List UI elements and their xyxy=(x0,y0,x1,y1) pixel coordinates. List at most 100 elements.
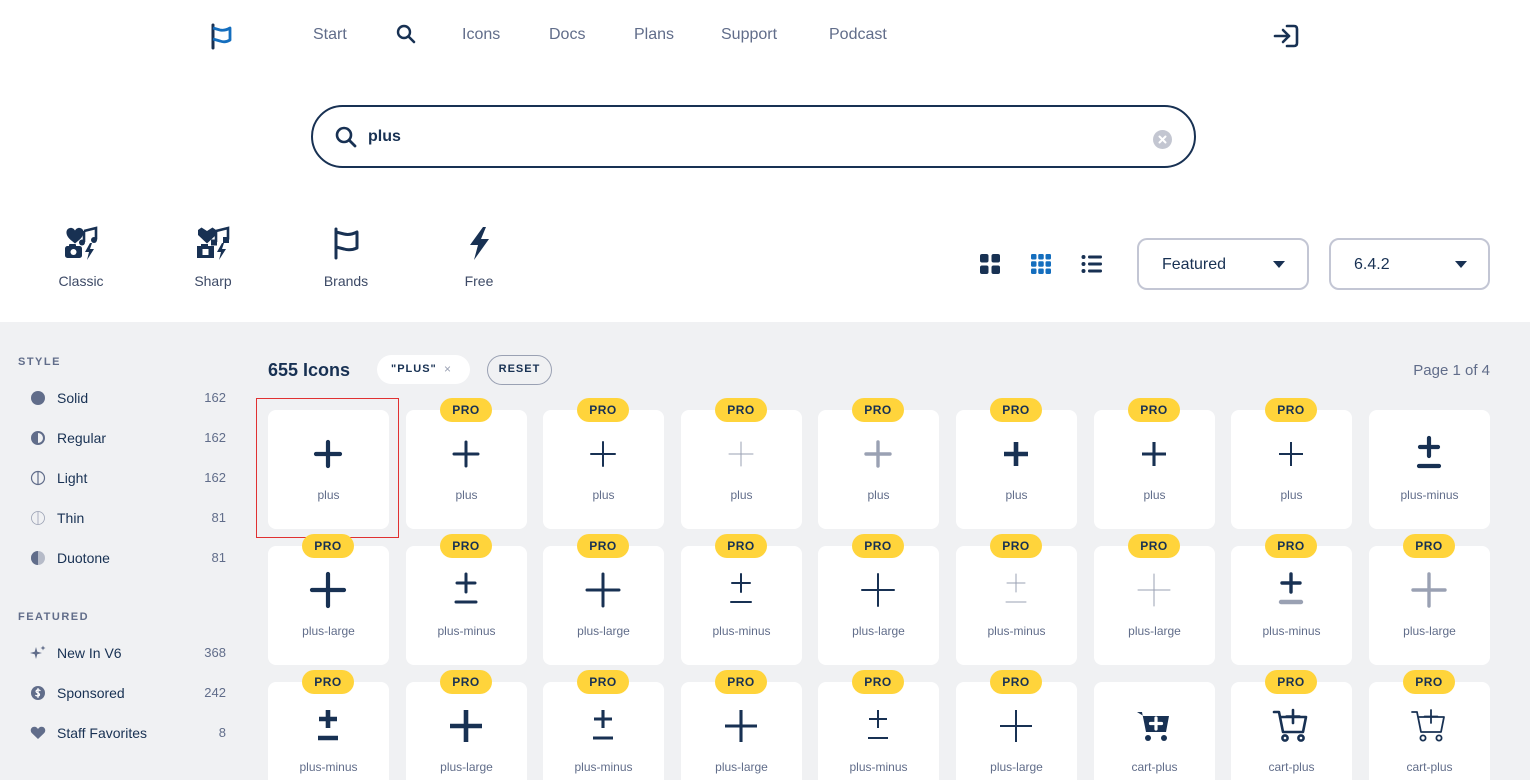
pro-badge: PRO xyxy=(990,670,1042,694)
reset-button[interactable]: RESET xyxy=(487,355,552,385)
plus-icon xyxy=(1004,442,1028,466)
search-input[interactable] xyxy=(368,121,1128,153)
icon-card-plus-minus[interactable]: PRO plus-minus xyxy=(543,670,664,780)
icon-name: cart-plus xyxy=(1268,760,1315,774)
icon-card-plus[interactable]: PRO plus xyxy=(818,398,939,529)
close-icon[interactable]: × xyxy=(444,362,451,376)
icon-name: plus-minus xyxy=(574,760,633,774)
plus-icon xyxy=(452,440,480,468)
plus-large-icon xyxy=(1411,572,1447,608)
pro-badge: PRO xyxy=(302,670,354,694)
nav-support[interactable]: Support xyxy=(721,26,777,44)
icon-card-plus-minus[interactable]: PRO plus-minus xyxy=(268,670,389,780)
search-icon[interactable] xyxy=(396,24,416,44)
sort-dropdown[interactable]: Featured xyxy=(1137,238,1309,290)
icon-name: plus-minus xyxy=(1400,488,1459,502)
bolt-icon xyxy=(470,227,489,260)
icon-card-plus-minus[interactable]: PRO plus-minus xyxy=(406,534,527,665)
family-classic[interactable]: Classic xyxy=(36,225,126,301)
family-sharp[interactable]: Sharp xyxy=(168,225,258,301)
plus-large-icon xyxy=(725,710,757,742)
icon-card-plus-minus[interactable]: PRO plus-minus xyxy=(681,534,802,665)
icon-card-plus[interactable]: PRO plus xyxy=(1231,398,1352,529)
icon-card-plus-large[interactable]: PRO plus-large xyxy=(268,534,389,665)
icon-card-plus[interactable]: PRO plus xyxy=(543,398,664,529)
pro-badge: PRO xyxy=(852,534,904,558)
plus-large-icon xyxy=(450,710,482,742)
icon-card-plus-minus[interactable]: PRO plus-minus xyxy=(1231,534,1352,665)
icon-name: plus xyxy=(1143,488,1166,502)
pro-badge: PRO xyxy=(715,670,767,694)
style-filter-duotone[interactable]: Duotone 81 xyxy=(30,547,226,569)
nav-podcast[interactable]: Podcast xyxy=(829,26,887,44)
family-free[interactable]: Free xyxy=(434,225,524,301)
icon-card-plus[interactable]: PRO plus xyxy=(406,398,527,529)
featured-sponsored[interactable]: Sponsored 242 xyxy=(30,682,226,704)
featured-count: 368 xyxy=(204,645,226,660)
plus-icon xyxy=(1142,442,1166,466)
style-filter-regular[interactable]: Regular 162 xyxy=(30,427,226,449)
icon-card-plus-large[interactable]: PRO plus-large xyxy=(956,670,1077,780)
icon-card-plus[interactable]: PRO plus xyxy=(956,398,1077,529)
pro-badge: PRO xyxy=(852,670,904,694)
featured-staff-favorites[interactable]: Staff Favorites 8 xyxy=(30,722,226,744)
nav-docs[interactable]: Docs xyxy=(549,26,585,44)
sparkles-icon xyxy=(30,645,46,659)
style-count: 81 xyxy=(211,550,226,565)
small-grid-icon[interactable] xyxy=(1029,252,1053,276)
icon-card-cart-plus[interactable]: cart-plus xyxy=(1094,682,1215,780)
icon-name: plus-minus xyxy=(1262,624,1321,638)
nav-icons[interactable]: Icons xyxy=(462,26,500,44)
icon-card-plus-minus[interactable]: PRO plus-minus xyxy=(956,534,1077,665)
plus-icon xyxy=(1279,442,1303,466)
top-navigation: Start Icons Docs Plans Support Podcast xyxy=(0,0,1530,72)
icon-card-plus-minus[interactable]: PRO plus-minus xyxy=(818,670,939,780)
style-heading: STYLE xyxy=(18,356,61,368)
icon-card-plus[interactable]: plus xyxy=(256,398,399,538)
icon-card-plus-minus[interactable]: plus-minus xyxy=(1369,410,1490,529)
icon-card-plus[interactable]: PRO plus xyxy=(681,398,802,529)
style-count: 162 xyxy=(204,430,226,445)
filter-chip-label: "PLUS" xyxy=(391,363,437,375)
search-icon xyxy=(335,126,357,148)
icon-card-plus-large[interactable]: PRO plus-large xyxy=(818,534,939,665)
style-filter-solid[interactable]: Solid 162 xyxy=(30,387,226,409)
icon-card-plus[interactable]: PRO plus xyxy=(1094,398,1215,529)
font-awesome-flag-logo[interactable] xyxy=(208,22,236,50)
list-icon[interactable] xyxy=(1080,252,1104,276)
style-label: Solid xyxy=(57,390,89,406)
featured-new-in-v6[interactable]: New In V6 368 xyxy=(30,642,226,664)
pro-badge: PRO xyxy=(440,534,492,558)
version-dropdown[interactable]: 6.4.2 xyxy=(1329,238,1490,290)
pro-badge: PRO xyxy=(990,398,1042,422)
style-filter-thin[interactable]: Thin 81 xyxy=(30,507,226,529)
clear-search-button[interactable] xyxy=(1153,130,1172,149)
icon-card-plus-large[interactable]: PRO plus-large xyxy=(681,670,802,780)
large-grid-icon[interactable] xyxy=(978,252,1002,276)
sign-in-icon[interactable] xyxy=(1272,22,1300,50)
plus-large-icon xyxy=(1137,573,1171,607)
icon-name: plus-large xyxy=(302,624,355,638)
caret-down-icon xyxy=(1455,261,1467,268)
family-brands[interactable]: Brands xyxy=(301,225,391,301)
featured-count: 8 xyxy=(218,725,226,740)
nav-plans[interactable]: Plans xyxy=(634,26,674,44)
icon-name: plus xyxy=(867,488,890,502)
featured-label: Sponsored xyxy=(57,685,125,701)
icon-card-plus-large[interactable]: PRO plus-large xyxy=(406,670,527,780)
icon-card-plus-large[interactable]: PRO plus-large xyxy=(543,534,664,665)
icon-card-cart-plus[interactable]: PRO cart-plus xyxy=(1369,670,1490,780)
family-label: Free xyxy=(464,273,494,289)
icon-card-plus-large[interactable]: PRO plus-large xyxy=(1094,534,1215,665)
icon-card-plus-large[interactable]: PRO plus-large xyxy=(1369,534,1490,665)
plus-minus-icon xyxy=(593,710,613,740)
style-count: 162 xyxy=(204,470,226,485)
classic-icon xyxy=(65,226,98,260)
icon-card-cart-plus[interactable]: PRO cart-plus xyxy=(1231,670,1352,780)
featured-count: 242 xyxy=(204,685,226,700)
icon-name: plus xyxy=(317,488,340,502)
nav-start[interactable]: Start xyxy=(313,26,347,44)
style-label: Thin xyxy=(57,510,85,526)
featured-label: Staff Favorites xyxy=(57,725,148,741)
style-filter-light[interactable]: Light 162 xyxy=(30,467,226,489)
